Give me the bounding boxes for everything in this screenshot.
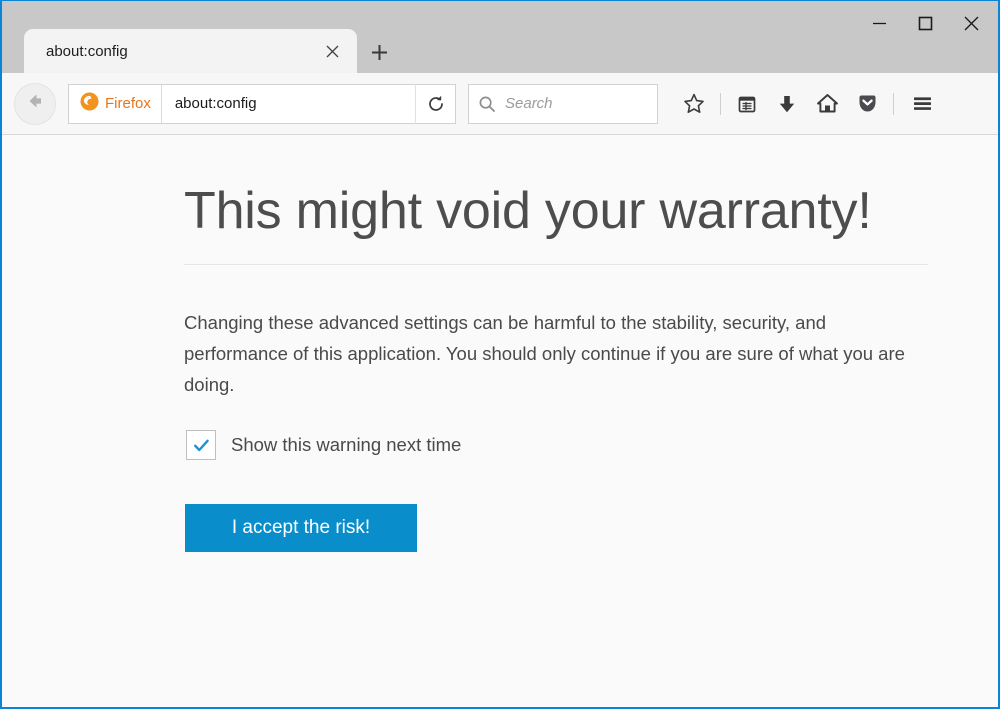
bookmark-star-icon[interactable] [674,84,714,124]
title-bar: about:config [2,1,998,73]
search-input[interactable]: Search [505,95,553,112]
tab-strip: about:config [2,29,998,73]
search-bar[interactable]: Search [468,83,658,124]
identity-label: Firefox [105,95,151,112]
url-bar[interactable]: Firefox about:config [68,83,456,124]
toolbar-separator [720,92,721,115]
home-icon[interactable] [807,84,847,124]
checkmark-icon [193,439,209,451]
page-title: This might void your warranty! [184,182,872,240]
pocket-icon[interactable] [847,84,887,124]
show-warning-row[interactable]: Show this warning next time [186,430,928,461]
close-icon[interactable] [315,34,349,68]
downloads-icon[interactable] [767,84,807,124]
hamburger-menu-icon[interactable] [902,84,942,124]
identity-box[interactable]: Firefox [69,84,162,123]
tab-about-config[interactable]: about:config [24,29,357,73]
warning-container: This might void your warranty! Changing … [184,182,928,553]
back-arrow-icon [24,90,46,117]
browser-window: about:config Firefox about:config Search… [0,0,1000,709]
reload-icon[interactable] [415,83,455,124]
navigation-toolbar: Firefox about:config Search [2,73,998,135]
tab-title: about:config [46,42,128,60]
new-tab-button[interactable] [362,35,396,69]
library-icon[interactable] [727,84,767,124]
accept-risk-button[interactable]: I accept the risk! [185,504,417,553]
title-divider [184,264,928,266]
show-warning-checkbox[interactable] [186,430,216,461]
url-input[interactable]: about:config [162,95,415,112]
search-icon [469,95,496,113]
back-button[interactable] [14,82,56,125]
show-warning-label: Show this warning next time [231,434,462,456]
firefox-logo-icon [80,92,99,116]
toolbar-separator-2 [893,92,894,115]
warning-body-text: Changing these advanced settings can be … [184,312,905,396]
page-content: This might void your warranty! Changing … [2,135,998,707]
